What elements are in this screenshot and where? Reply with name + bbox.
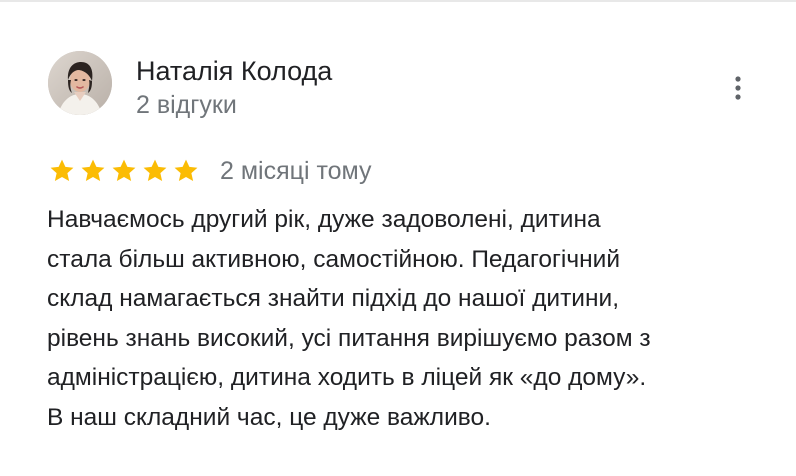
user-photo-icon: [48, 51, 112, 115]
author-name[interactable]: Наталія Колода: [136, 54, 332, 88]
more-vert-icon: [735, 76, 741, 100]
author-review-count: 2 відгуки: [136, 91, 237, 119]
star-rating: [48, 155, 203, 187]
star-icon: [112, 159, 136, 182]
review-text-line: склад намагається знайти підхід до нашої…: [47, 285, 620, 312]
review-text-line: рівень знань високий, усі питання вирішу…: [47, 324, 651, 352]
review-text: Навчаємось другий рік, дуже задоволені, …: [47, 200, 777, 437]
star-icon: [174, 159, 198, 182]
review-text-line: Навчаємось другий рік, дуже задоволені, …: [47, 206, 601, 233]
review-text-line: В наш складний час, це дуже важливо.: [47, 403, 491, 431]
review-text-line: адміністрацією, дитина ходить в ліцей як…: [47, 364, 647, 391]
star-icon: [81, 159, 105, 182]
avatar[interactable]: [48, 51, 112, 115]
review-card: Наталія Колода 2 відгуки 2 місяці тому Н…: [0, 0, 796, 476]
more-options-button[interactable]: [722, 70, 754, 106]
star-icon: [143, 159, 167, 182]
review-text-line: стала більш активною, самостійною. Педаг…: [47, 245, 621, 273]
star-icon: [50, 159, 74, 182]
review-time: 2 місяці тому: [220, 157, 372, 185]
